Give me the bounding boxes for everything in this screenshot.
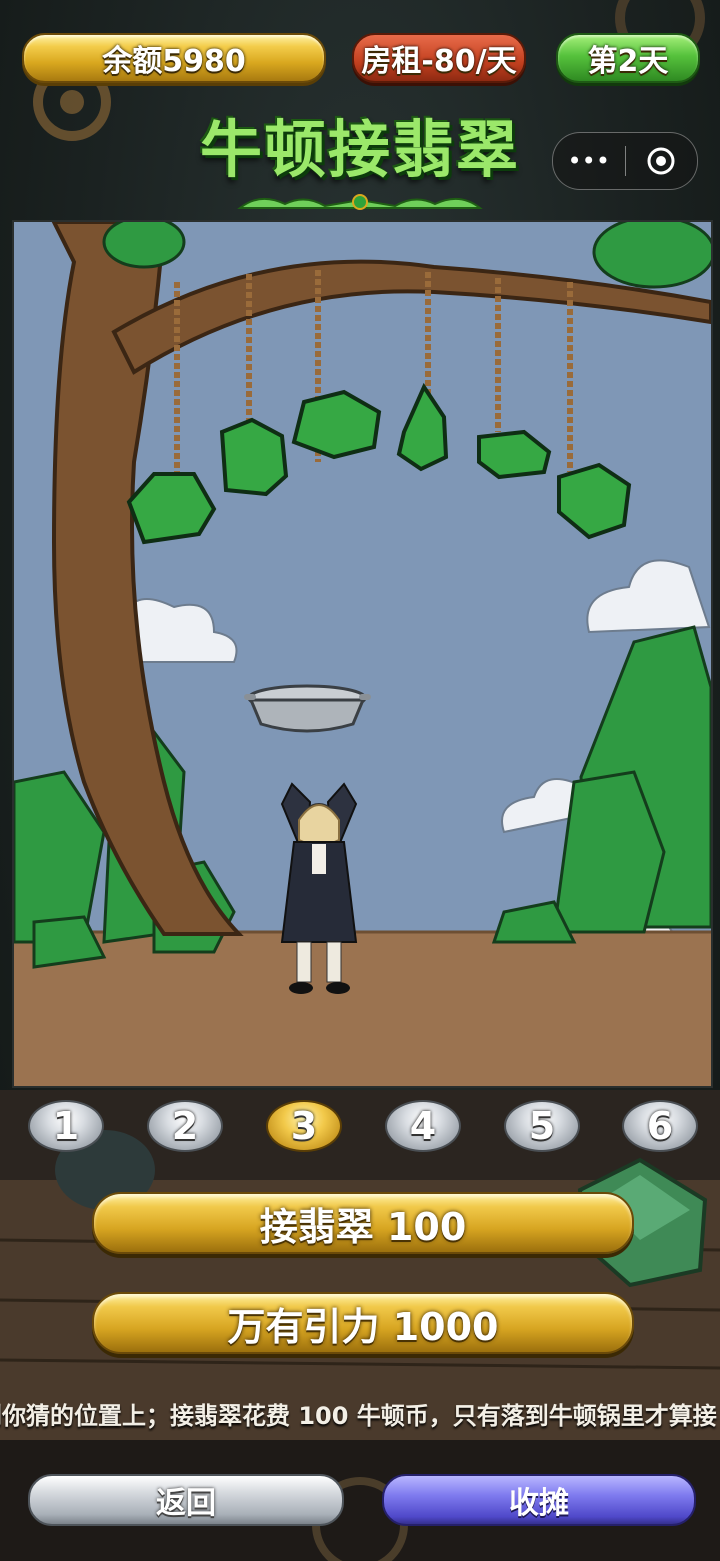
target-circle-icon[interactable] [626,133,698,189]
catch-jade-label: 接翡翠 100 [259,1204,467,1249]
game-title-text: 牛顿接翡翠 [200,113,521,186]
jade-rock-cluster-right [491,625,711,944]
jade-5 [477,429,552,480]
rent-text: 房租-80/天 [361,44,517,79]
catch-pot [244,684,371,733]
position-button-5[interactable]: 5 [504,1100,580,1152]
back-label: 返回 [156,1486,216,1521]
day-display: 第2天 [556,33,700,83]
day-text: 第2天 [587,44,669,79]
position-label: 2 [171,1104,199,1148]
title-cloud-ornament [237,194,483,210]
game-title: 牛顿接翡翠 [200,112,520,216]
position-button-6[interactable]: 6 [622,1100,698,1152]
balance-text: 余额5980 [102,44,246,79]
gravity-button[interactable]: 万有引力 1000 [92,1292,634,1354]
balance-display: 余额5980 [22,33,326,83]
position-label: 4 [409,1104,437,1148]
back-button[interactable]: 返回 [28,1474,344,1526]
close-stall-button[interactable]: 收摊 [382,1474,696,1526]
position-label: 3 [290,1104,318,1148]
position-label: 6 [646,1104,674,1148]
scene-art [14,222,711,1086]
gravity-label: 万有引力 1000 [227,1304,499,1349]
position-label: 5 [528,1104,556,1148]
rent-display: 房租-80/天 [352,33,526,83]
position-selector: 1 2 3 4 5 6 [24,1100,704,1152]
jade-3 [291,389,382,460]
jade-6 [557,462,632,540]
rules-text: 到你猜的位置上；接翡翠花费 100 牛顿币，只有落到牛顿锅里才算接 [0,1402,717,1430]
rules-marquee: 到你猜的位置上；接翡翠花费 100 牛顿币，只有落到牛顿锅里才算接 [0,1392,720,1432]
jade-2 [219,417,289,497]
position-button-2[interactable]: 2 [147,1100,223,1152]
miniprogram-capsule: ••• [552,132,698,190]
position-label: 1 [52,1104,80,1148]
jade-4 [396,382,449,472]
catch-jade-button[interactable]: 接翡翠 100 [92,1192,634,1254]
position-button-4[interactable]: 4 [385,1100,461,1152]
close-stall-label: 收摊 [509,1486,569,1521]
position-button-1[interactable]: 1 [28,1100,104,1152]
jade-1 [126,472,217,545]
more-dots-icon[interactable]: ••• [553,133,625,189]
game-scene[interactable] [12,220,713,1088]
position-button-3[interactable]: 3 [266,1100,342,1152]
hanging-jade [126,382,632,545]
